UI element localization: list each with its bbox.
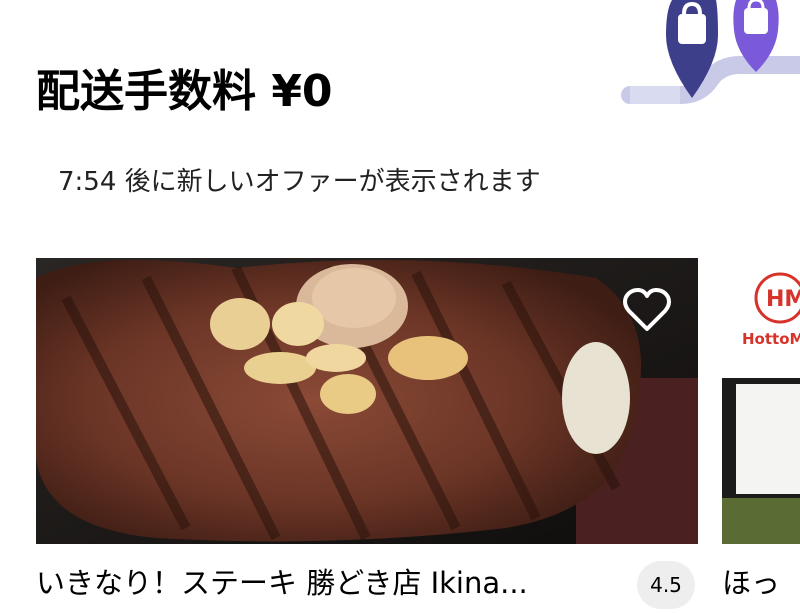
- rating-badge: 4.5: [637, 561, 695, 609]
- restaurant-image-2[interactable]: HM HottoM: [722, 258, 800, 544]
- restaurant-image[interactable]: [36, 258, 698, 544]
- restaurant-name-2[interactable]: ほっ: [722, 560, 800, 606]
- heart-outline-icon: [623, 288, 671, 331]
- logo-text: HM: [766, 287, 800, 312]
- favorite-button[interactable]: [618, 284, 676, 336]
- promo-page: 配送手数料 ¥0 7:54 後に新しいオファーが表示されます いきなり！ステーキ…: [0, 0, 800, 613]
- offer-countdown: 7:54 後に新しいオファーが表示されます: [58, 167, 541, 197]
- restaurant-name[interactable]: いきなり！ステーキ 勝どき店 Ikina...: [36, 560, 616, 606]
- map-pins-illustration: [620, 0, 800, 120]
- logo-caption: HottoM: [742, 330, 800, 348]
- offer-title: 配送手数料 ¥0: [36, 66, 333, 117]
